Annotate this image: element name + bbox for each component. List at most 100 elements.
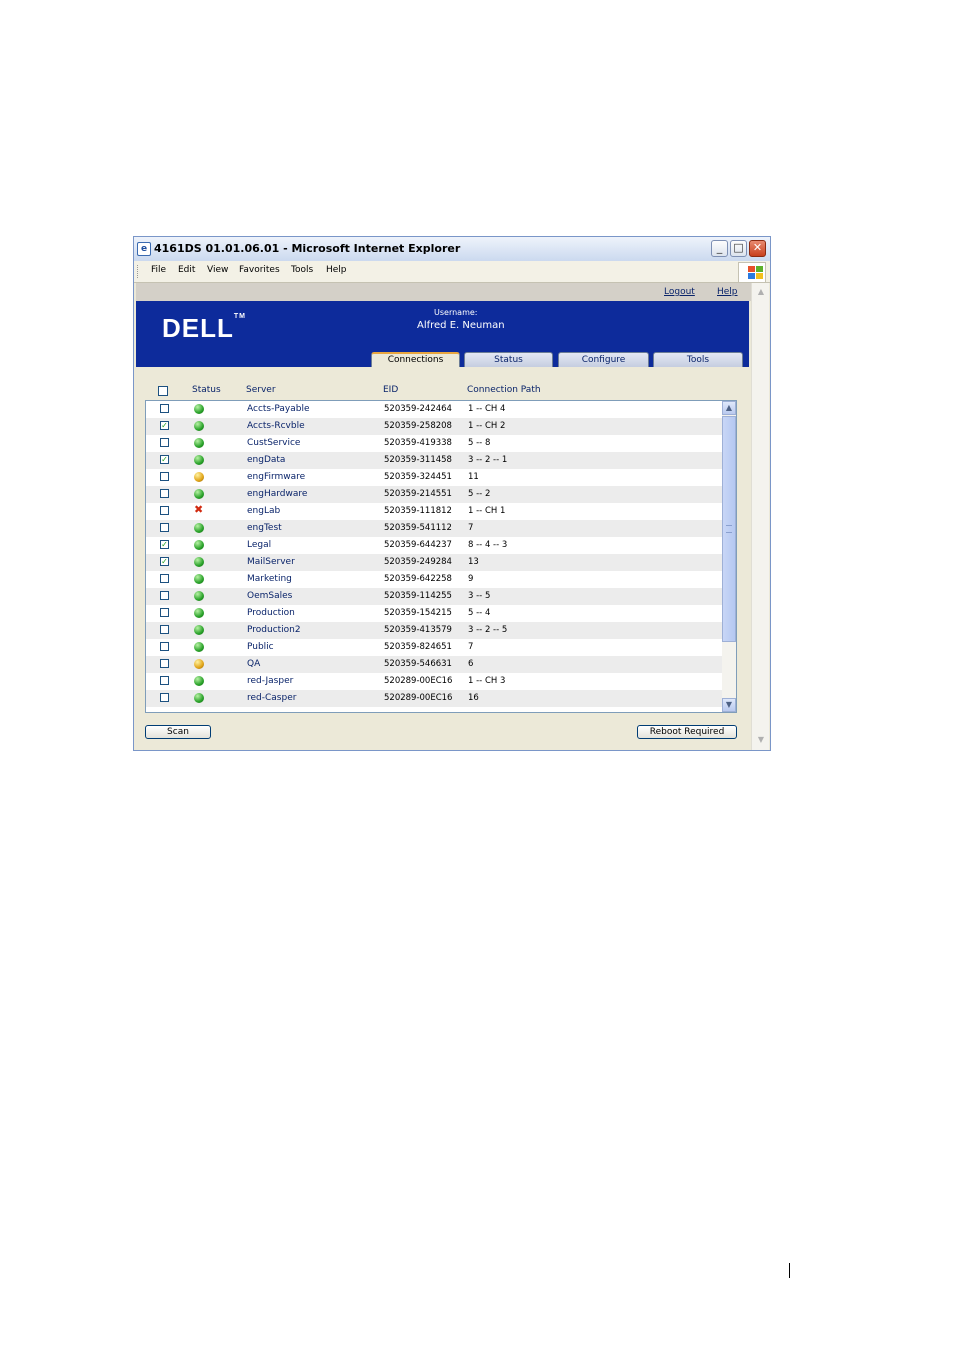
title-bar[interactable]: e 4161DS 01.01.06.01 - Microsoft Interne… (134, 237, 770, 262)
row-checkbox[interactable] (160, 438, 169, 447)
status-ok-icon (194, 642, 204, 652)
table-row[interactable]: ✓ engData 520359-311458 3 -- 2 -- 1 (146, 452, 723, 469)
minimize-button[interactable]: _ (711, 240, 728, 257)
list-scrollbar[interactable]: ▲ ▼ (722, 401, 736, 712)
status-ok-icon (194, 540, 204, 550)
status-ok-icon (194, 455, 204, 465)
server-name[interactable]: red-Jasper (247, 676, 293, 686)
row-checkbox[interactable] (160, 574, 169, 583)
scroll-thumb[interactable] (722, 416, 736, 642)
table-row[interactable]: Marketing 520359-642258 9 (146, 571, 723, 588)
menu-help[interactable]: Help (326, 265, 347, 275)
header-server[interactable]: Server (246, 385, 276, 395)
connection-path-value: 1 -- CH 1 (468, 506, 506, 516)
server-name[interactable]: MailServer (247, 557, 295, 567)
server-name[interactable]: QA (247, 659, 260, 669)
server-name[interactable]: red-Casper (247, 693, 296, 703)
table-row[interactable]: ✓ Legal 520359-644237 8 -- 4 -- 3 (146, 537, 723, 554)
close-button[interactable]: ✕ (749, 240, 766, 257)
connection-path-value: 1 -- CH 4 (468, 404, 506, 414)
row-checkbox[interactable] (160, 659, 169, 668)
row-checkbox[interactable] (160, 642, 169, 651)
table-row[interactable]: ✖ engLab 520359-111812 1 -- CH 1 (146, 503, 723, 520)
connection-path-value: 8 -- 4 -- 3 (468, 540, 508, 550)
row-checkbox[interactable] (160, 591, 169, 600)
help-link[interactable]: Help (717, 287, 738, 297)
menu-view[interactable]: View (207, 265, 228, 275)
table-row[interactable]: Production2 520359-413579 3 -- 2 -- 5 (146, 622, 723, 639)
scroll-down-button[interactable]: ▼ (722, 698, 736, 712)
row-checkbox[interactable] (160, 472, 169, 481)
menu-edit[interactable]: Edit (178, 265, 195, 275)
table-row[interactable]: OemSales 520359-114255 3 -- 5 (146, 588, 723, 605)
row-checkbox[interactable] (160, 506, 169, 515)
table-row[interactable]: QA 520359-546631 6 (146, 656, 723, 673)
row-checkbox[interactable] (160, 608, 169, 617)
table-row[interactable]: engHardware 520359-214551 5 -- 2 (146, 486, 723, 503)
server-name[interactable]: Public (247, 642, 274, 652)
server-name[interactable]: Legal (247, 540, 271, 550)
menu-file[interactable]: File (151, 265, 166, 275)
menu-grip[interactable] (137, 265, 140, 278)
server-name[interactable]: Marketing (247, 574, 292, 584)
tab-tools[interactable]: Tools (653, 352, 743, 367)
page-scrollbar[interactable]: ▲ ▼ (751, 283, 769, 750)
eid-value: 520289-00EC16 (384, 676, 453, 686)
status-ok-icon (194, 523, 204, 533)
scan-button[interactable]: Scan (145, 725, 211, 739)
header-status[interactable]: Status (192, 385, 221, 395)
server-name[interactable]: engFirmware (247, 472, 305, 482)
table-row[interactable]: engFirmware 520359-324451 11 (146, 469, 723, 486)
tab-configure[interactable]: Configure (558, 352, 649, 367)
reboot-required-button[interactable]: Reboot Required (637, 725, 737, 739)
table-row[interactable]: red-Jasper 520289-00EC16 1 -- CH 3 (146, 673, 723, 690)
server-name[interactable]: Accts-Rcvble (247, 421, 305, 431)
eid-value: 520359-242464 (384, 404, 452, 414)
header-eid[interactable]: EID (383, 385, 398, 395)
connection-path-value: 3 -- 2 -- 5 (468, 625, 508, 635)
eid-value: 520359-214551 (384, 489, 452, 499)
row-checkbox[interactable]: ✓ (160, 557, 169, 566)
dell-banner: DELLTM Username: Alfred E. Neuman Connec… (136, 301, 749, 367)
status-ok-icon (194, 693, 204, 703)
row-checkbox[interactable]: ✓ (160, 455, 169, 464)
status-ok-icon (194, 676, 204, 686)
server-name[interactable]: engHardware (247, 489, 307, 499)
tab-connections[interactable]: Connections (371, 352, 460, 367)
server-name[interactable]: Accts-Payable (247, 404, 310, 414)
table-row[interactable]: Accts-Payable 520359-242464 1 -- CH 4 (146, 401, 723, 418)
row-checkbox[interactable]: ✓ (160, 540, 169, 549)
server-name[interactable]: engData (247, 455, 285, 465)
server-name[interactable]: Production (247, 608, 295, 618)
row-checkbox[interactable] (160, 523, 169, 532)
table-row[interactable]: red-Casper 520289-00EC16 16 (146, 690, 723, 707)
table-row[interactable]: engTest 520359-541112 7 (146, 520, 723, 537)
select-all-checkbox[interactable] (158, 386, 168, 396)
maximize-button[interactable]: □ (730, 240, 747, 257)
logout-link[interactable]: Logout (664, 287, 695, 297)
menu-favorites[interactable]: Favorites (239, 265, 280, 275)
row-checkbox[interactable] (160, 676, 169, 685)
table-row[interactable]: Production 520359-154215 5 -- 4 (146, 605, 723, 622)
table-row[interactable]: ✓ MailServer 520359-249284 13 (146, 554, 723, 571)
server-name[interactable]: OemSales (247, 591, 292, 601)
server-name[interactable]: CustService (247, 438, 300, 448)
tab-status[interactable]: Status (464, 352, 553, 367)
scroll-up-button[interactable]: ▲ (722, 401, 736, 415)
row-checkbox[interactable] (160, 404, 169, 413)
table-row[interactable]: ✓ Accts-Rcvble 520359-258208 1 -- CH 2 (146, 418, 723, 435)
server-name[interactable]: engLab (247, 506, 280, 516)
menu-tools[interactable]: Tools (291, 265, 313, 275)
row-checkbox[interactable] (160, 693, 169, 702)
table-row[interactable]: CustService 520359-419338 5 -- 8 (146, 435, 723, 452)
row-checkbox[interactable]: ✓ (160, 421, 169, 430)
header-connection-path[interactable]: Connection Path (467, 385, 541, 395)
page-scroll-down-icon[interactable]: ▼ (754, 733, 768, 747)
server-name[interactable]: Production2 (247, 625, 301, 635)
row-checkbox[interactable] (160, 489, 169, 498)
server-name[interactable]: engTest (247, 523, 282, 533)
row-checkbox[interactable] (160, 625, 169, 634)
table-row[interactable]: Public 520359-824651 7 (146, 639, 723, 656)
page-scroll-up-icon[interactable]: ▲ (754, 285, 768, 299)
connection-path-value: 3 -- 5 (468, 591, 491, 601)
